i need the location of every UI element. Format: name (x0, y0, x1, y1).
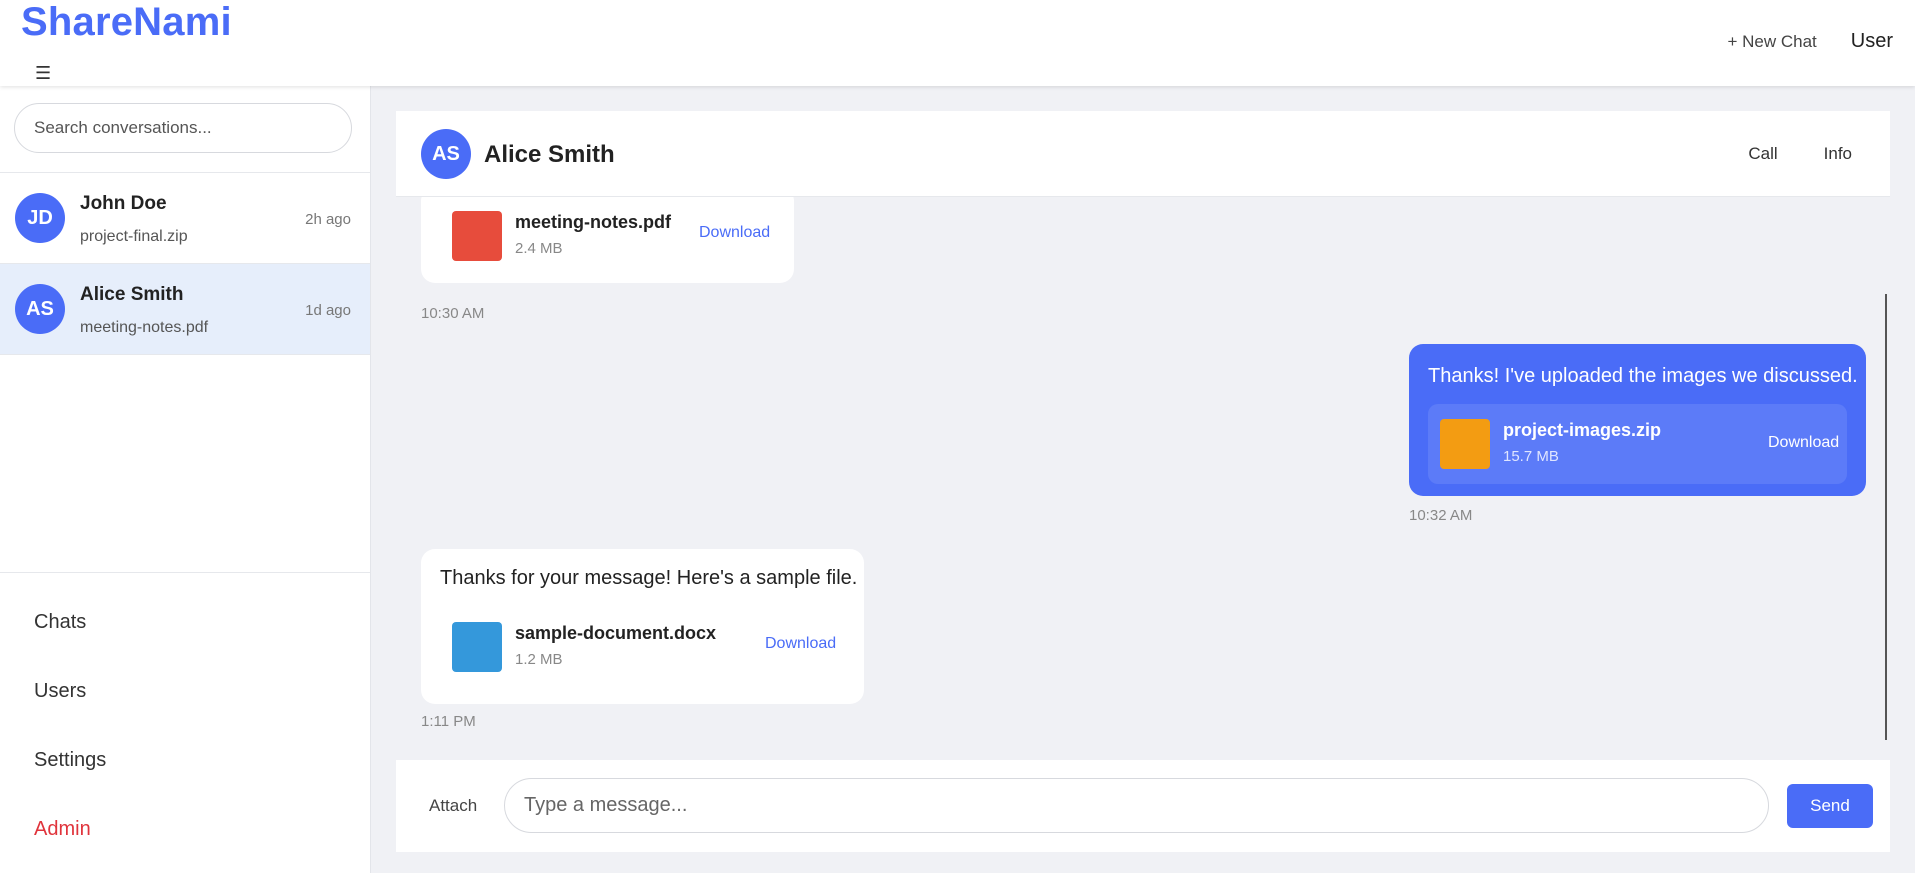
file-size: 15.7 MB (1503, 448, 1559, 465)
conversation-list: JD John Doe project-final.zip 2h ago AS … (0, 172, 370, 355)
file-name: meeting-notes.pdf (515, 212, 671, 232)
pdf-file-icon (452, 211, 502, 261)
search-input[interactable] (14, 103, 352, 153)
conversation-time: 2h ago (305, 211, 351, 228)
message-bubble-incoming: meeting-notes.pdf 2.4 MB Download (421, 197, 794, 283)
message-list[interactable]: meeting-notes.pdf 2.4 MB Download 10:30 … (396, 197, 1890, 745)
conversation-time: 1d ago (305, 302, 351, 319)
nav-item-admin[interactable]: Admin (0, 804, 370, 873)
avatar: AS (421, 129, 471, 179)
file-size: 2.4 MB (515, 240, 563, 257)
chat-header: AS Alice Smith Call Info (396, 111, 1890, 197)
top-actions: + New Chat User (1727, 30, 1893, 53)
message-time: 1:11 PM (421, 713, 476, 730)
sidebar: JD John Doe project-final.zip 2h ago AS … (0, 86, 371, 873)
send-button[interactable]: Send (1787, 784, 1873, 828)
nav-item-settings[interactable]: Settings (0, 735, 370, 804)
message-bubble-incoming: Thanks for your message! Here's a sample… (421, 549, 864, 704)
user-menu[interactable]: User (1851, 30, 1893, 53)
avatar: JD (15, 193, 65, 243)
conversation-name: Alice Smith (80, 284, 184, 305)
file-attachment: project-images.zip 15.7 MB Download (1428, 404, 1847, 484)
file-name: sample-document.docx (515, 623, 717, 643)
attach-button[interactable]: Attach (429, 796, 477, 816)
top-bar: ShareNami ☰ + New Chat User (0, 0, 1915, 86)
avatar: AS (15, 284, 65, 334)
sidebar-nav: Chats Users Settings Admin (0, 572, 370, 873)
conversation-item-john-doe[interactable]: JD John Doe project-final.zip 2h ago (0, 173, 370, 264)
nav-item-users[interactable]: Users (0, 666, 370, 735)
message-text: Thanks! I've uploaded the images we disc… (1428, 365, 1858, 387)
call-button[interactable]: Call (1748, 144, 1777, 164)
message-composer: Attach Send (396, 760, 1890, 852)
message-time: 10:32 AM (1409, 507, 1473, 524)
file-name: project-images.zip (1503, 420, 1662, 440)
nav-item-chats[interactable]: Chats (0, 597, 370, 666)
conversation-name: John Doe (80, 193, 167, 214)
file-size: 1.2 MB (515, 651, 563, 668)
conversation-item-alice-smith[interactable]: AS Alice Smith meeting-notes.pdf 1d ago (0, 264, 370, 355)
menu-icon[interactable]: ☰ (35, 64, 51, 82)
message-time: 10:30 AM (421, 305, 485, 322)
download-link[interactable]: Download (765, 635, 836, 653)
download-link[interactable]: Download (699, 224, 770, 242)
zip-file-icon (1440, 419, 1490, 469)
app-logo[interactable]: ShareNami (21, 0, 232, 45)
info-button[interactable]: Info (1824, 144, 1852, 164)
message-text: Thanks for your message! Here's a sample… (440, 567, 858, 589)
scrollbar[interactable] (1885, 294, 1887, 740)
conversation-last-file: meeting-notes.pdf (80, 319, 209, 336)
download-link[interactable]: Download (1768, 434, 1839, 452)
chat-header-actions: Call Info (1748, 144, 1852, 164)
doc-file-icon (452, 622, 502, 672)
chat-title: Alice Smith (484, 141, 615, 168)
conversation-last-file: project-final.zip (80, 228, 188, 245)
message-input[interactable] (504, 778, 1769, 833)
new-chat-button[interactable]: + New Chat (1727, 32, 1816, 52)
search-wrapper (14, 103, 352, 153)
message-bubble-outgoing: Thanks! I've uploaded the images we disc… (1409, 344, 1866, 496)
